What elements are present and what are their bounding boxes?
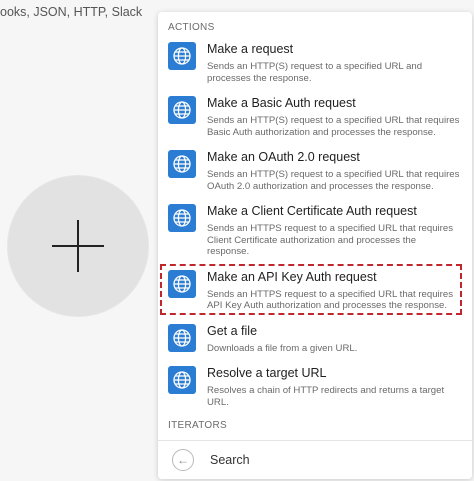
module-item-title: Make a request: [207, 42, 294, 56]
description-line: Sends an HTTP(S) request to a specified …: [207, 169, 460, 180]
module-item[interactable]: Resolve a target URL Resolves a chain of …: [158, 362, 472, 408]
module-item-title: Make a Client Certificate Auth request: [207, 204, 417, 218]
description-line: processes the response.: [207, 72, 312, 84]
globe-icon: [168, 366, 196, 394]
module-item[interactable]: Make a Basic Auth request Sends an HTTP(S…: [158, 92, 472, 138]
module-item-title: Make an OAuth 2.0 request: [207, 150, 360, 164]
globe-icon: [168, 269, 196, 298]
search-label[interactable]: Search: [210, 453, 250, 467]
module-item-title: Resolve a target URL: [207, 366, 327, 380]
breadcrumb: ooks, JSON, HTTP, Slack: [0, 5, 143, 19]
description-line: OAuth 2.0 authorization and processes th…: [207, 180, 434, 192]
add-module-button[interactable]: [8, 176, 148, 316]
module-item-text: Make an API Key Auth request Sends an HTT…: [207, 268, 462, 312]
module-item-text: Make an OAuth 2.0 request Sends an HTTP(S…: [207, 148, 462, 192]
description-line: API Key Auth authorization and processes…: [207, 300, 447, 311]
globe-icon: [168, 204, 196, 232]
globe-icon: [168, 42, 196, 70]
module-list: ACTIONS Make a request Sends an HTTP(S) re…: [158, 20, 472, 471]
globe-icon: [168, 150, 196, 178]
globe-icon: [168, 323, 196, 352]
module-item-title: Make a Basic Auth request: [207, 96, 356, 110]
module-item[interactable]: Make an API Key Auth request Sends an HTT…: [158, 263, 472, 315]
module-item-text: Resolve a target URL Resolves a chain of …: [207, 364, 462, 408]
plus-icon: [77, 220, 79, 272]
module-item-description: Sends an HTTPS request to a specified UR…: [207, 289, 462, 312]
module-picker-popup: ACTIONS Make a request Sends an HTTP(S) re…: [158, 12, 472, 479]
module-item-description: Resolves a chain of HTTP redirects and r…: [207, 385, 462, 408]
globe-icon: [168, 96, 196, 124]
module-item-title: Get a file: [207, 323, 258, 338]
description-line: response.: [207, 246, 250, 257]
module-item[interactable]: Get a file Downloads a file from a given …: [158, 320, 472, 355]
module-item-text: Make a request Sends an HTTP(S) request t…: [207, 40, 462, 84]
scenario-canvas: ooks, JSON, HTTP, Slack ACTIONS Make a re…: [0, 0, 474, 481]
description-line: Basic Auth authorization and processes t…: [207, 126, 436, 138]
section-header-iterators: ITERATORS: [168, 420, 228, 431]
module-item[interactable]: Make a request Sends an HTTP(S) request t…: [158, 38, 472, 84]
description-line: URL.: [207, 396, 229, 408]
description-line: Client Certificate authorization and pro…: [207, 234, 417, 246]
search-bar[interactable]: ← Search: [158, 440, 472, 479]
description-line: Resolves a chain of HTTP redirects and r…: [207, 385, 445, 396]
module-item-description: Sends an HTTP(S) request to a specified …: [207, 115, 462, 138]
module-item-text: Make a Client Certificate Auth request Se…: [207, 202, 462, 258]
module-item[interactable]: Make an OAuth 2.0 request Sends an HTTP(S…: [158, 146, 472, 192]
description-line: Sends an HTTP(S) request to a specified …: [207, 61, 423, 72]
description-line: Downloads a file from a given URL.: [207, 342, 358, 354]
module-item-description: Sends an HTTP(S) request to a specified …: [207, 169, 462, 192]
description-line: Sends an HTTP(S) request to a specified …: [207, 115, 460, 126]
description-line: Sends an HTTPS request to a specified UR…: [207, 223, 454, 234]
module-item-description: Downloads a file from a given URL.: [207, 343, 462, 355]
module-item-title: Make an API Key Auth request: [207, 269, 377, 284]
module-item-description: Sends an HTTPS request to a specified UR…: [207, 223, 462, 258]
module-item[interactable]: Make a Client Certificate Auth request Se…: [158, 200, 472, 258]
arrow-left-icon[interactable]: ←: [172, 449, 194, 471]
module-item-text: Make a Basic Auth request Sends an HTTP(S…: [207, 94, 462, 138]
section-header-actions: ACTIONS: [168, 22, 215, 33]
module-item-description: Sends an HTTP(S) request to a specified …: [207, 61, 462, 84]
description-line: Sends an HTTPS request to a specified UR…: [207, 288, 454, 300]
module-item-text: Get a file Downloads a file from a given …: [207, 322, 462, 355]
